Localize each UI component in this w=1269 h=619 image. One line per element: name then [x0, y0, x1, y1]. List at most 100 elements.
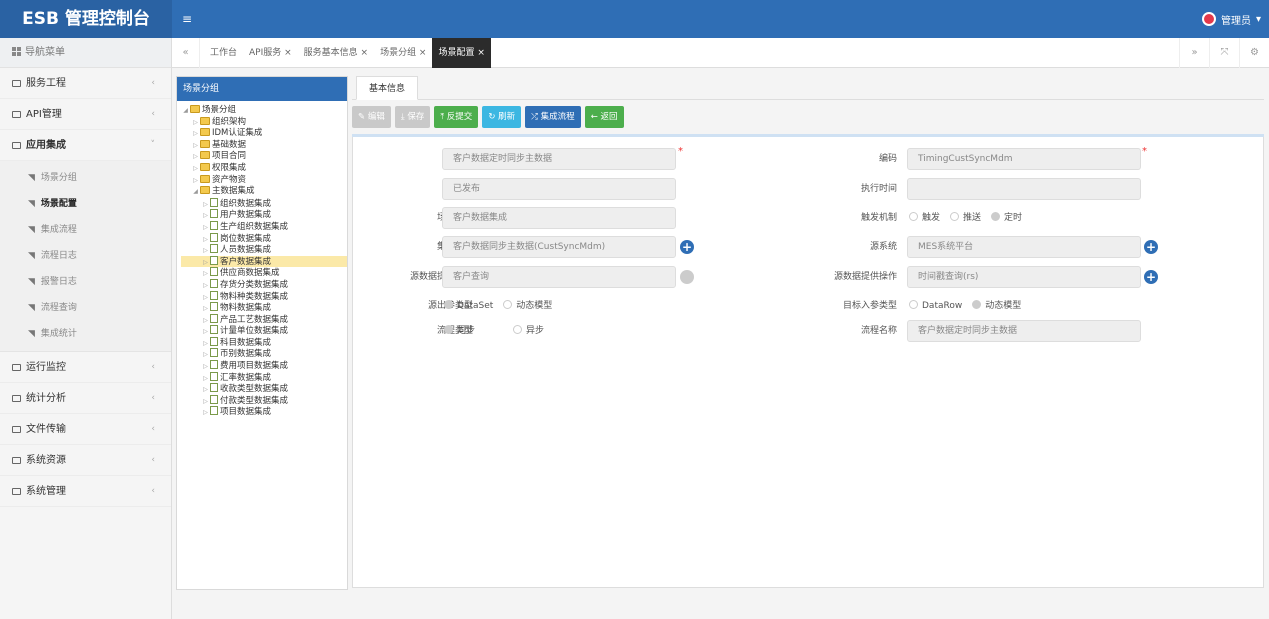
sidebar-group-integration[interactable]: 应用集成 ˅ [0, 130, 171, 161]
tab-basic-info[interactable]: 基本信息 [356, 76, 419, 100]
src-op-label: 源数据提供操作 [833, 272, 897, 282]
sidebar-group-service[interactable]: 服务工程 ‹ [0, 68, 171, 99]
tree-leaf[interactable]: ▷ 付款类型数据集成 [181, 394, 347, 407]
exec-time-field[interactable] [907, 178, 1141, 200]
flow-name-field[interactable]: 客户数据定时同步主数据 [907, 320, 1141, 342]
sidebar-item-flow[interactable]: ◥ 集成流程 [0, 217, 171, 243]
caret-right-icon[interactable]: ▷ [191, 128, 200, 140]
tree-panel: 场景分组 ◢ 场景分组 ▷ 组织架构 ▷ IDM认证集成 ▷ 基础数据 ▷ 项目合同 ▷ 权限集成 ▷ 资… [176, 76, 348, 590]
code-field[interactable]: TimingCustSyncMdm [907, 148, 1141, 170]
tree-folder[interactable]: ▷ 基础数据 [181, 139, 347, 152]
in-param-radio-datarow[interactable]: DataRow [909, 295, 962, 317]
caret-right-icon[interactable]: ▷ [191, 151, 200, 163]
tree-folder[interactable]: ▷ 资产物资 [181, 174, 347, 187]
tree-folder[interactable]: ◢ 主数据集成 [181, 186, 347, 198]
name-field[interactable]: 客户数据定时同步主数据 [442, 148, 676, 170]
sidebar-item-flow-log[interactable]: ◥ 流程日志 [0, 243, 171, 269]
tabs-scroll-right-icon[interactable]: » [1179, 38, 1209, 68]
tree-node-label: 用户数据集成 [220, 210, 272, 221]
caret-right-icon[interactable]: ▷ [191, 117, 200, 129]
tab-api-service[interactable]: API服务 × [243, 38, 298, 68]
caret-right-icon[interactable]: ▷ [191, 175, 200, 187]
sidebar-group-api[interactable]: API管理 ‹ [0, 99, 171, 130]
tree-leaf[interactable]: ▷ 人员数据集成 [181, 244, 347, 256]
tree-node-label: 供应商数据集成 [220, 268, 280, 279]
add-scene-icon[interactable]: + [680, 240, 694, 254]
save-button[interactable]: ⤓ 保存 [394, 106, 431, 128]
in-param-label: 目标入参类型 [842, 301, 897, 311]
sidebar-item-scene-config[interactable]: ◥ 场景配置 [0, 191, 171, 217]
trigger-radio-push[interactable]: 推送 [950, 207, 981, 229]
tree-leaf[interactable]: ▷ 组织数据集成 [181, 197, 347, 210]
tree-leaf[interactable]: ▷ 岗位数据集成 [181, 232, 347, 245]
caret-right-icon[interactable]: ▷ [191, 163, 200, 175]
document-icon [210, 267, 218, 277]
flow-button[interactable]: ⤮ 集成流程 [525, 106, 581, 128]
tree-leaf[interactable]: ▷ 币别数据集成 [181, 348, 347, 360]
tab-workbench[interactable]: 工作台 [204, 38, 243, 68]
tree-leaf[interactable]: ▷ 科目数据集成 [181, 336, 347, 349]
caret-right-icon[interactable]: ▷ [201, 407, 210, 419]
caret-right-icon[interactable]: ▷ [191, 140, 200, 152]
tree-leaf[interactable]: ▷ 生产组织数据集成 [181, 220, 347, 233]
tree-leaf[interactable]: ▷ 用户数据集成 [181, 209, 347, 221]
caret-down-icon[interactable]: ◢ [191, 186, 200, 198]
tree-node-label: 人员数据集成 [220, 245, 272, 256]
sidebar-item-flow-query[interactable]: ◥ 流程查询 [0, 295, 171, 321]
folder-icon [12, 142, 21, 149]
status-field[interactable]: 已发布 [442, 178, 676, 200]
menu-toggle-icon[interactable]: ≡ [182, 0, 192, 38]
group-field[interactable]: 客户数据集成 [442, 207, 676, 229]
tree-folder[interactable]: ▷ IDM认证集成 [181, 128, 347, 140]
tree-folder[interactable]: ▷ 权限集成 [181, 162, 347, 175]
tree-folder[interactable]: ▷ 项目合同 [181, 151, 347, 163]
back-button[interactable]: ← 返回 [584, 106, 624, 128]
tree-folder[interactable]: ▷ 组织架构 [181, 116, 347, 129]
sidebar-item-stats[interactable]: ◥ 集成统计 [0, 321, 171, 347]
tree-leaf[interactable]: ▷ 项目数据集成 [181, 406, 347, 418]
sidebar-item-scene-group[interactable]: ◥ 场景分组 [0, 165, 171, 191]
add-source-sys-icon[interactable]: + [1144, 240, 1158, 254]
trigger-radio-timer[interactable]: 定时 [991, 207, 1022, 229]
document-icon [210, 197, 218, 207]
user-menu[interactable]: 管理员 ▾ [1201, 0, 1261, 38]
refresh-button[interactable]: ↻ 刷新 [482, 106, 522, 128]
tree-leaf[interactable]: ▷ 费用项目数据集成 [181, 360, 347, 372]
tree-leaf[interactable]: ▷ 收款类型数据集成 [181, 383, 347, 395]
gear-icon[interactable]: ⚙ [1239, 38, 1269, 68]
sidebar-group-monitor[interactable]: 运行监控 ‹ [0, 352, 171, 383]
tabs-scroll-left-icon[interactable]: « [172, 38, 200, 68]
add-src-op-icon[interactable]: + [1144, 270, 1158, 284]
flow-type-radio-async[interactable]: 异步 [513, 320, 544, 342]
unsubmit-button[interactable]: ⤒ 反提交 [434, 106, 479, 128]
tab-service-info[interactable]: 服务基本信息 × [298, 38, 374, 68]
tag-icon: ◥ [28, 277, 35, 287]
sidebar-group-file[interactable]: 文件传输 ‹ [0, 414, 171, 445]
in-param-radio-dynamic[interactable]: 动态模型 [972, 295, 1021, 317]
src-op-field[interactable]: 时间戳查询(rs) [907, 266, 1141, 288]
flow-type-radio-sync[interactable]: 同步 [444, 320, 475, 342]
out-param-radio-dataset[interactable]: DataSet [444, 295, 493, 317]
trigger-radio-trigger[interactable]: 触发 [909, 207, 940, 229]
caret-down-icon[interactable]: ◢ [181, 105, 190, 117]
tree-leaf[interactable]: ▷ 汇率数据集成 [181, 371, 347, 384]
tree-leaf[interactable]: ▷ 物料种类数据集成 [181, 290, 347, 303]
fullscreen-icon[interactable]: ⤧ [1209, 38, 1239, 68]
add-src-service-icon[interactable] [680, 270, 694, 284]
sidebar-item-alarm-log[interactable]: ◥ 报警日志 [0, 269, 171, 295]
src-service-field[interactable]: 客户查询 [442, 266, 676, 288]
edit-button[interactable]: ✎ 编辑 [352, 106, 391, 128]
sidebar-group-analysis[interactable]: 统计分析 ‹ [0, 383, 171, 414]
tree-node-label: 资产物资 [212, 174, 247, 185]
scene-field[interactable]: 客户数据同步主数据(CustSyncMdm) [442, 236, 676, 258]
tree-root[interactable]: ◢ 场景分组 [181, 105, 347, 117]
sidebar-group-resource[interactable]: 系统资源 ‹ [0, 445, 171, 476]
source-sys-field[interactable]: MES系统平台 [907, 236, 1141, 258]
tree-leaf[interactable]: ▷ 计量单位数据集成 [181, 325, 347, 337]
tab-scene-config[interactable]: 场景配置 × [432, 38, 491, 68]
tree-leaf[interactable]: ▷ 物料数据集成 [181, 302, 347, 314]
sidebar-group-system[interactable]: 系统管理 ‹ [0, 476, 171, 507]
tab-scene-group[interactable]: 场景分组 × [374, 38, 432, 68]
out-param-radio-dynamic[interactable]: 动态模型 [503, 295, 552, 317]
tree-leaf[interactable]: ▷ 产品工艺数据集成 [181, 313, 347, 326]
